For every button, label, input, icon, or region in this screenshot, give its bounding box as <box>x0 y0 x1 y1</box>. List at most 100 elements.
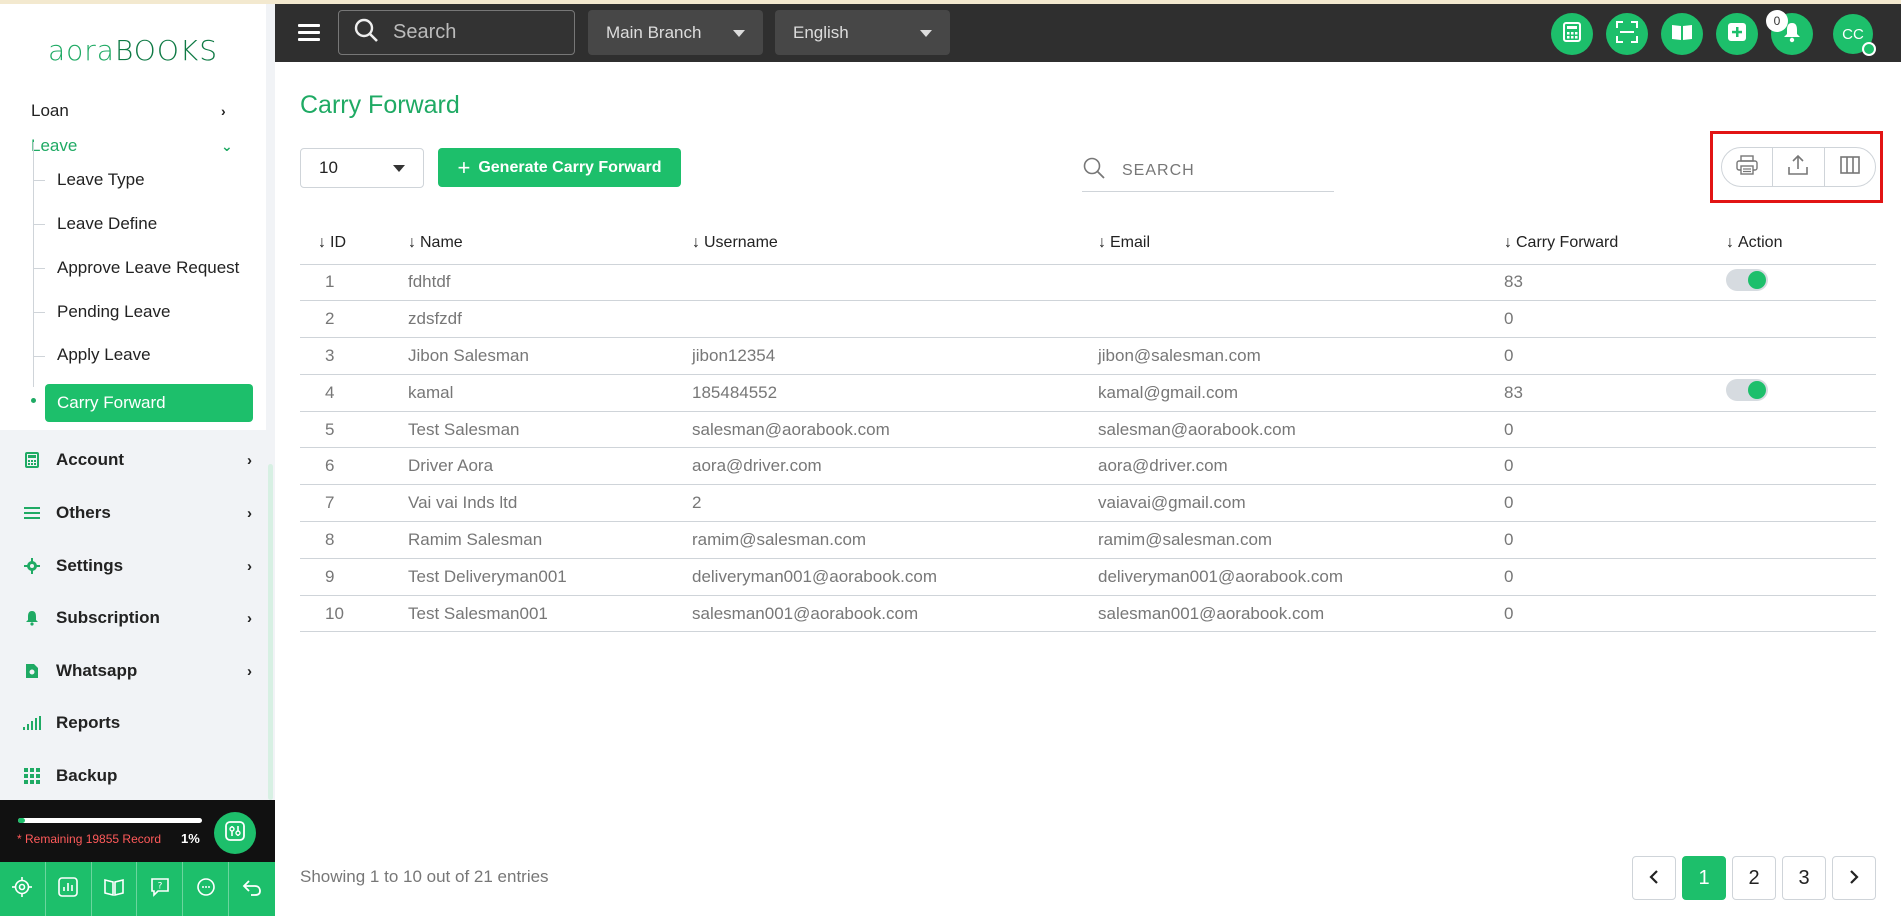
cell-email <box>1098 264 1504 302</box>
sort-arrow-icon: ↓ <box>318 233 326 251</box>
column-header-id[interactable]: ↓ ID <box>300 222 408 265</box>
guide-shortcut-button[interactable] <box>92 862 138 916</box>
column-header-carry-forward[interactable]: ↓ Carry Forward <box>1504 222 1726 265</box>
page-button-1[interactable]: 1 <box>1682 856 1726 900</box>
cell-name: Test Salesman001 <box>408 595 692 633</box>
pagination: 1 2 3 <box>1632 856 1876 900</box>
caret-down-icon <box>393 165 405 172</box>
sidebar-item-label: Leave <box>31 136 78 155</box>
next-page-button[interactable] <box>1832 856 1876 900</box>
sidebar-item-settings[interactable]: Settings › <box>22 551 252 581</box>
cell-carry-forward: 0 <box>1504 447 1726 486</box>
sidebar-item-reports[interactable]: Reports <box>22 708 252 738</box>
cell-username: salesman001@aorabook.com <box>692 595 1098 633</box>
export-button[interactable] <box>1773 148 1825 186</box>
page-title: Carry Forward <box>300 91 460 119</box>
table-row: 7 Vai vai Inds ltd 2 vaiavai@gmail.com 0 <box>300 484 1876 523</box>
sidebar-item-others[interactable]: Others › <box>22 498 252 528</box>
prev-page-button[interactable] <box>1632 856 1676 900</box>
cell-action <box>1726 300 1876 339</box>
per-page-select[interactable]: 10 <box>300 148 424 188</box>
column-header-name[interactable]: ↓ Name <box>408 222 692 265</box>
column-visibility-button[interactable] <box>1825 148 1875 186</box>
sidebar-item-label: Loan <box>31 101 69 120</box>
sidebar-item-leave[interactable]: Leave ⌄ <box>31 133 233 159</box>
sidebar-item-label: Others <box>56 503 111 522</box>
cell-id: 2 <box>300 300 408 339</box>
cell-name: Vai vai Inds ltd <box>408 484 692 523</box>
table-row: 3 Jibon Salesman jibon12354 jibon@salesman.… <box>300 337 1876 375</box>
signal-bars-icon <box>22 713 42 733</box>
cell-carry-forward: 0 <box>1504 411 1726 449</box>
sidebar-scrollbar[interactable] <box>268 464 273 800</box>
generate-carry-forward-button[interactable]: + Generate Carry Forward <box>438 148 681 187</box>
sidebar-item-carry-forward[interactable]: Carry Forward <box>45 384 253 422</box>
cell-email: vaiavai@gmail.com <box>1098 484 1504 523</box>
calculator-button[interactable] <box>1551 13 1593 55</box>
cell-email: salesman@aorabook.com <box>1098 411 1504 449</box>
table-row: 8 Ramim Salesman ramim@salesman.com ramim@s… <box>300 521 1876 559</box>
menu-toggle-icon[interactable] <box>298 24 320 42</box>
cell-action <box>1726 337 1876 375</box>
cell-email <box>1098 300 1504 339</box>
column-header-label: Carry Forward <box>1516 233 1619 251</box>
chevron-left-icon <box>1648 867 1660 890</box>
add-new-button[interactable] <box>1716 13 1758 55</box>
sidebar-item-leave-define[interactable]: Leave Define <box>57 214 157 234</box>
status-toggle[interactable] <box>1726 379 1768 402</box>
table-row: 4 kamal 185484552 kamal@gmail.com 83 <box>300 374 1876 412</box>
page-button-3[interactable]: 3 <box>1782 856 1826 900</box>
sidebar-item-backup[interactable]: Backup <box>22 761 252 791</box>
sidebar-item-apply-leave[interactable]: Apply Leave <box>57 345 151 365</box>
sidebar-item-account[interactable]: Account › <box>22 445 252 475</box>
caret-down-icon <box>733 30 745 37</box>
sidebar-item-loan[interactable]: Loan › <box>31 98 231 124</box>
notification-count-badge: 0 <box>1766 10 1788 32</box>
carry-forward-table: ↓ ID ↓ Name ↓ Username ↓ Email ↓ Carry Forwar… <box>300 222 1876 633</box>
cell-action <box>1726 484 1876 523</box>
cell-username: salesman@aorabook.com <box>692 411 1098 449</box>
scan-button[interactable] <box>1606 13 1648 55</box>
language-select[interactable]: English <box>775 10 950 55</box>
column-header-username[interactable]: ↓ Username <box>692 222 1098 265</box>
settings-shortcut-button[interactable] <box>0 862 46 916</box>
help-shortcut-button[interactable]: ? <box>137 862 184 916</box>
back-shortcut-button[interactable] <box>229 862 275 916</box>
columns-icon <box>1840 155 1860 180</box>
open-book-icon <box>1671 23 1693 46</box>
branch-select[interactable]: Main Branch <box>588 10 763 55</box>
online-status-dot <box>1862 42 1876 56</box>
column-header-label: Action <box>1738 233 1783 251</box>
column-header-email[interactable]: ↓ Email <box>1098 222 1504 265</box>
brand-logo[interactable]: aoraBOOKS <box>0 4 266 96</box>
print-button[interactable] <box>1722 148 1774 186</box>
cell-name: fdhtdf <box>408 264 692 302</box>
sidebar-item-subscription[interactable]: Subscription › <box>22 603 252 633</box>
chevron-right-icon: › <box>247 609 252 627</box>
plus-icon: + <box>457 154 471 180</box>
remaining-records-text: * Remaining 19855 Record <box>17 832 162 846</box>
sidebar-item-leave-type[interactable]: Leave Type <box>57 170 145 190</box>
brand-part-1: aora <box>47 33 115 67</box>
ledger-button[interactable] <box>1661 13 1703 55</box>
sort-arrow-icon: ↓ <box>1098 233 1106 251</box>
sidebar-item-whatsapp[interactable]: Whatsapp › <box>22 656 252 686</box>
book-icon <box>103 876 125 903</box>
cell-action <box>1726 374 1876 412</box>
table-row: 5 Test Salesman salesman@aorabook.com sales… <box>300 411 1876 449</box>
page-button-2[interactable]: 2 <box>1732 856 1776 900</box>
column-header-action[interactable]: ↓ Action <box>1726 222 1876 265</box>
table-search-input[interactable] <box>1122 161 1312 180</box>
chat-shortcut-button[interactable] <box>183 862 229 916</box>
global-search-input[interactable] <box>393 21 553 44</box>
question-bubble-icon: ? <box>149 876 171 903</box>
reports-shortcut-button[interactable] <box>46 862 92 916</box>
cell-username <box>692 300 1098 339</box>
sidebar-item-pending-leave[interactable]: Pending Leave <box>57 302 170 322</box>
upgrade-button[interactable] <box>214 812 256 854</box>
cell-carry-forward: 0 <box>1504 484 1726 523</box>
sidebar-item-approve-leave-request[interactable]: Approve Leave Request <box>57 258 239 278</box>
cell-email: jibon@salesman.com <box>1098 337 1504 375</box>
status-toggle[interactable] <box>1726 268 1768 291</box>
printer-icon <box>1736 154 1758 180</box>
